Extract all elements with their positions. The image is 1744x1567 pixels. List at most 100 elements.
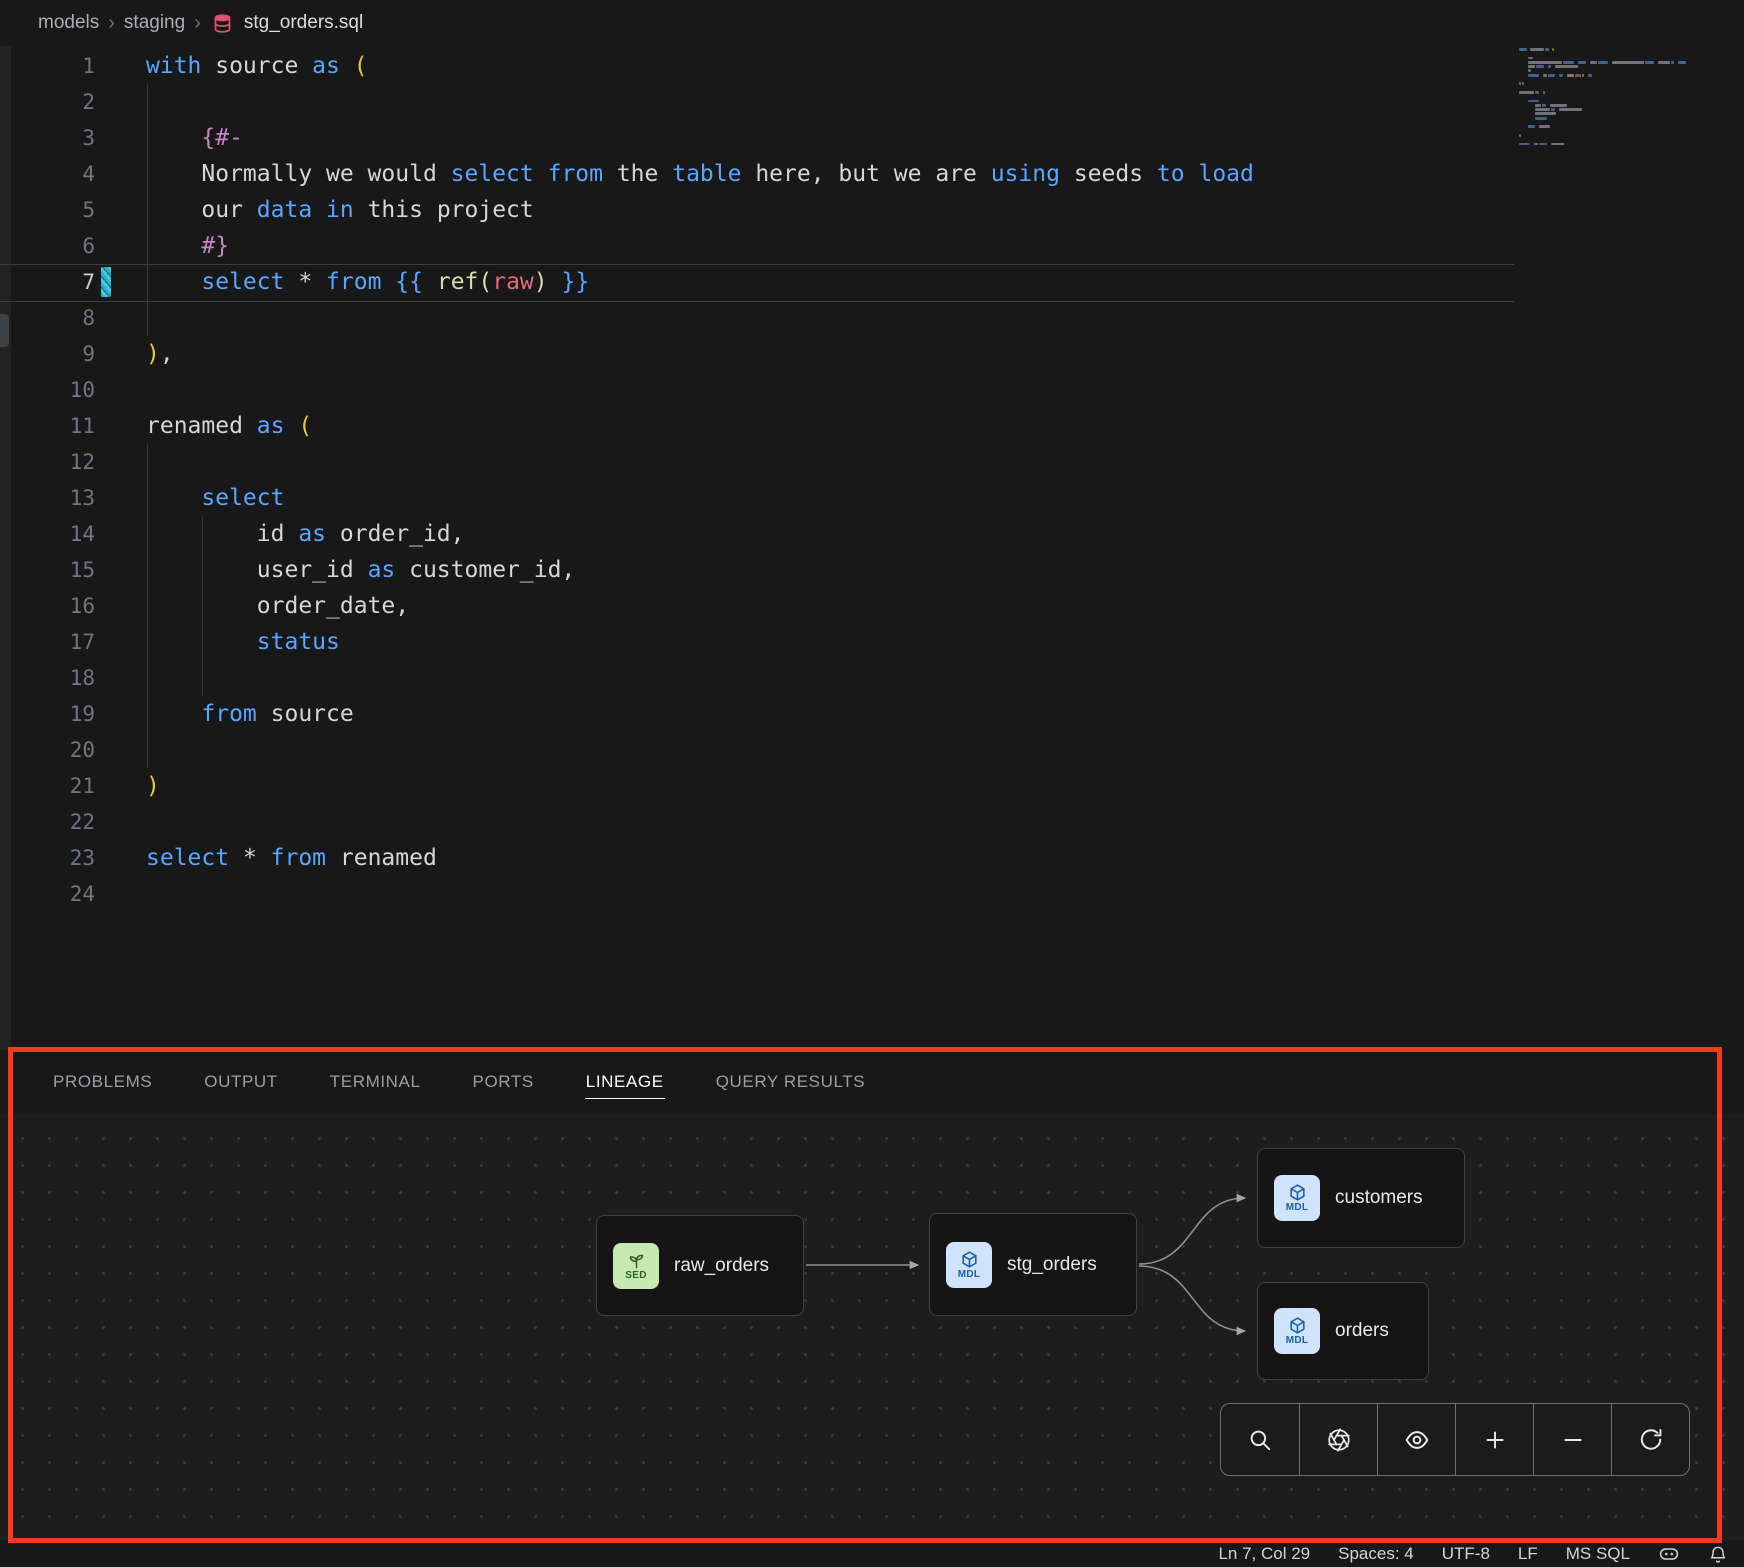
- breadcrumb-item-models[interactable]: models: [38, 12, 99, 34]
- panel-tab-problems[interactable]: PROBLEMS: [52, 1066, 153, 1099]
- minimap[interactable]: [1519, 48, 1694, 151]
- zoom-out-icon: [1560, 1427, 1586, 1453]
- code-line-23[interactable]: 23select * from renamed: [0, 840, 1744, 876]
- code-line-3[interactable]: 3 {#-: [0, 120, 1744, 156]
- model-icon: MDL: [1274, 1175, 1320, 1221]
- code-line-1[interactable]: 1with source as (: [0, 48, 1744, 84]
- breadcrumb-file[interactable]: stg_orders.sql: [244, 12, 363, 34]
- code-line-7[interactable]: 7 select * from {{ ref(raw) }}: [0, 264, 1744, 300]
- status-eol[interactable]: LF: [1518, 1544, 1538, 1564]
- line-number: 7: [0, 270, 95, 294]
- status-language-mode[interactable]: MS SQL: [1566, 1544, 1630, 1564]
- code-text: renamed as (: [146, 413, 312, 439]
- line-number: 6: [0, 234, 95, 258]
- line-number: 8: [0, 306, 95, 330]
- line-number: 19: [0, 702, 95, 726]
- panel-tab-terminal[interactable]: TERMINAL: [329, 1066, 422, 1099]
- line-number: 13: [0, 486, 95, 510]
- code-text: select * from renamed: [146, 845, 437, 871]
- code-text: status: [146, 629, 340, 655]
- code-line-14[interactable]: 14 id as order_id,: [0, 516, 1744, 552]
- lineage-node-orders[interactable]: MDLorders: [1257, 1282, 1429, 1380]
- code-line-16[interactable]: 16 order_date,: [0, 588, 1744, 624]
- code-line-24[interactable]: 24: [0, 876, 1744, 912]
- line-number: 5: [0, 198, 95, 222]
- database-icon: [212, 13, 233, 34]
- breadcrumb-separator: ›: [108, 12, 115, 35]
- code-line-20[interactable]: 20: [0, 732, 1744, 768]
- eye-icon: [1404, 1427, 1430, 1453]
- line-number: 20: [0, 738, 95, 762]
- breadcrumb-item-staging[interactable]: staging: [124, 12, 185, 34]
- node-badge: MDL: [958, 1269, 981, 1280]
- lineage-canvas[interactable]: SEDraw_ordersMDLstg_ordersMDLcustomersMD…: [0, 1114, 1744, 1540]
- line-number: 4: [0, 162, 95, 186]
- panel-tab-ports[interactable]: PORTS: [472, 1066, 535, 1099]
- code-line-18[interactable]: 18: [0, 660, 1744, 696]
- code-text: select: [146, 485, 284, 511]
- code-line-19[interactable]: 19 from source: [0, 696, 1744, 732]
- panel-tab-query-results[interactable]: QUERY RESULTS: [715, 1066, 867, 1099]
- seed-icon: SED: [613, 1243, 659, 1289]
- code-line-17[interactable]: 17 status: [0, 624, 1744, 660]
- modified-line-marker: [101, 267, 111, 297]
- code-line-8[interactable]: 8: [0, 300, 1744, 336]
- code-text: Normally we would select from the table …: [146, 161, 1254, 187]
- code-line-4[interactable]: 4 Normally we would select from the tabl…: [0, 156, 1744, 192]
- model-icon: MDL: [1274, 1308, 1320, 1354]
- status-cursor-position[interactable]: Ln 7, Col 29: [1218, 1544, 1310, 1564]
- code-text: with source as (: [146, 53, 368, 79]
- code-text: #}: [146, 233, 229, 259]
- panel-tab-output[interactable]: OUTPUT: [203, 1066, 278, 1099]
- code-lines[interactable]: 1with source as (23 {#-4 Normally we wou…: [0, 48, 1744, 912]
- line-number: 10: [0, 378, 95, 402]
- node-label: stg_orders: [1007, 1254, 1097, 1276]
- code-line-6[interactable]: 6 #}: [0, 228, 1744, 264]
- line-number: 12: [0, 450, 95, 474]
- breadcrumb-separator: ›: [194, 12, 201, 35]
- code-line-2[interactable]: 2: [0, 84, 1744, 120]
- code-text: select * from {{ ref(raw) }}: [146, 269, 589, 295]
- code-line-12[interactable]: 12: [0, 444, 1744, 480]
- zoom-out-button[interactable]: [1533, 1404, 1611, 1475]
- line-number: 16: [0, 594, 95, 618]
- code-line-10[interactable]: 10: [0, 372, 1744, 408]
- search-button[interactable]: [1221, 1404, 1299, 1475]
- code-line-5[interactable]: 5 our data in this project: [0, 192, 1744, 228]
- code-line-11[interactable]: 11 renamed as (: [0, 408, 1744, 444]
- code-editor[interactable]: 1with source as (23 {#-4 Normally we wou…: [0, 46, 1744, 1050]
- panel-tab-lineage[interactable]: LINEAGE: [585, 1066, 665, 1099]
- node-badge: SED: [625, 1270, 646, 1281]
- lineage-toolbar: [1220, 1403, 1690, 1476]
- status-bar: Ln 7, Col 29 Spaces: 4 UTF-8 LF MS SQL: [0, 1540, 1744, 1567]
- code-text: ): [146, 773, 160, 799]
- code-line-22[interactable]: 22: [0, 804, 1744, 840]
- copilot-icon[interactable]: [1658, 1543, 1680, 1565]
- code-line-15[interactable]: 15 user_id as customer_id,: [0, 552, 1744, 588]
- refresh-button[interactable]: [1611, 1404, 1689, 1475]
- lineage-node-customers[interactable]: MDLcustomers: [1257, 1148, 1465, 1248]
- code-line-21[interactable]: 21): [0, 768, 1744, 804]
- notifications-bell-icon[interactable]: [1708, 1544, 1728, 1564]
- code-text: from source: [146, 701, 354, 727]
- lineage-node-raw_orders[interactable]: SEDraw_orders: [596, 1215, 804, 1316]
- node-badge: MDL: [1286, 1202, 1309, 1213]
- lineage-node-stg_orders[interactable]: MDL stg_orders: [929, 1213, 1137, 1316]
- code-line-9[interactable]: 9),: [0, 336, 1744, 372]
- zoom-in-button[interactable]: [1455, 1404, 1533, 1475]
- code-text: id as order_id,: [146, 521, 465, 547]
- line-number: 11: [0, 414, 95, 438]
- line-number: 18: [0, 666, 95, 690]
- line-number: 21: [0, 774, 95, 798]
- aperture-button[interactable]: [1299, 1404, 1377, 1475]
- code-line-13[interactable]: 13 select: [0, 480, 1744, 516]
- edge-stg_orders-customers: [1139, 1198, 1245, 1264]
- code-text: our data in this project: [146, 197, 534, 223]
- code-text: user_id as customer_id,: [146, 557, 575, 583]
- line-number: 2: [0, 90, 95, 114]
- status-encoding[interactable]: UTF-8: [1442, 1544, 1490, 1564]
- status-indentation[interactable]: Spaces: 4: [1338, 1544, 1414, 1564]
- edge-stg_orders-orders: [1139, 1266, 1245, 1331]
- line-number: 17: [0, 630, 95, 654]
- eye-button[interactable]: [1377, 1404, 1455, 1475]
